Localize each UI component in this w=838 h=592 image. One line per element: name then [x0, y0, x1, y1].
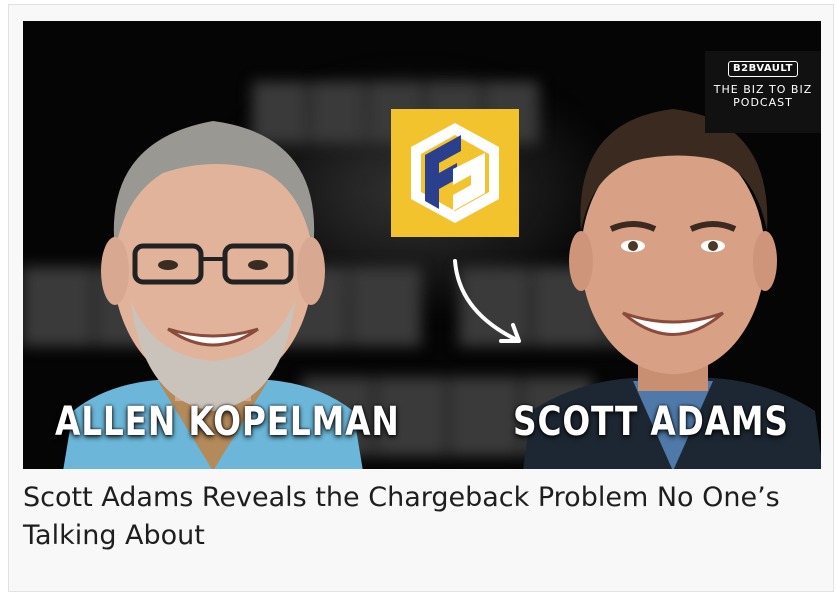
badge-line-1: THE BIZ TO BIZ — [713, 83, 813, 96]
fd-hexagon-logo-icon — [391, 109, 519, 237]
curved-arrow-icon — [441, 251, 531, 355]
b2bvault-logo: B2BVAULT — [728, 61, 798, 77]
video-card[interactable]: ▆▆▆▆▆ ▆▆ ▆▆▆ ▆▆▆ ▆▆▆▆ B2BVAULT THE BIZ T… — [8, 4, 834, 592]
guest-left-name: ALLEN KOPELMAN — [55, 399, 400, 445]
podcast-badge: B2BVAULT THE BIZ TO BIZ PODCAST — [705, 51, 821, 133]
badge-line-2: PODCAST — [733, 96, 793, 109]
guest-right-name: SCOTT ADAMS — [513, 399, 789, 445]
video-title-link[interactable]: Scott Adams Reveals the Chargeback Probl… — [23, 479, 803, 555]
video-thumbnail[interactable]: ▆▆▆▆▆ ▆▆ ▆▆▆ ▆▆▆ ▆▆▆▆ B2BVAULT THE BIZ T… — [23, 21, 821, 469]
